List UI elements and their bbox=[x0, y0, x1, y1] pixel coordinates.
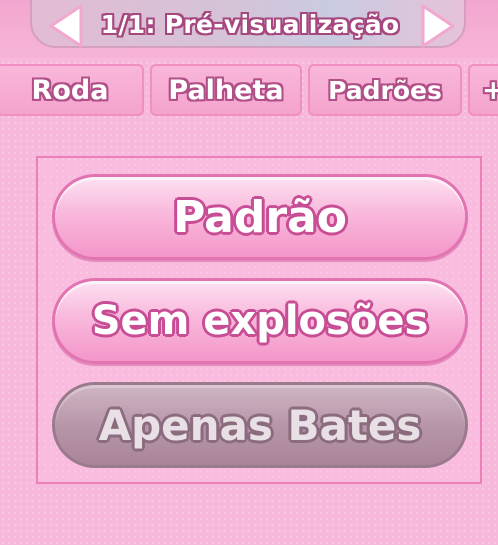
tab-more-label: + bbox=[482, 74, 498, 106]
next-page-button[interactable] bbox=[418, 0, 458, 52]
tab-palheta[interactable]: Palheta bbox=[150, 64, 302, 116]
page-title: 1/1: Pré-visualização bbox=[100, 9, 400, 39]
tab-padroes-label: Padrões bbox=[328, 75, 442, 105]
option-apenas-bates-label: Apenas Bates bbox=[98, 400, 422, 450]
tab-padroes[interactable]: Padrões bbox=[308, 64, 462, 116]
options-panel: Padrão Sem explosões Apenas Bates bbox=[36, 156, 482, 484]
option-sem-explosoes-label: Sem explosões bbox=[91, 298, 429, 344]
tab-roda[interactable]: Roda bbox=[0, 64, 144, 116]
option-padrao-label: Padrão bbox=[173, 191, 347, 243]
tab-bar: Roda Palheta Padrões + bbox=[0, 64, 498, 118]
tab-roda-label: Roda bbox=[31, 74, 109, 106]
tab-more[interactable]: + bbox=[468, 64, 498, 116]
triangle-right-icon bbox=[421, 4, 455, 48]
option-sem-explosoes-button[interactable]: Sem explosões bbox=[52, 278, 468, 364]
option-apenas-bates-button[interactable]: Apenas Bates bbox=[52, 382, 468, 468]
option-padrao-button[interactable]: Padrão bbox=[52, 174, 468, 260]
tab-palheta-label: Palheta bbox=[168, 74, 284, 106]
